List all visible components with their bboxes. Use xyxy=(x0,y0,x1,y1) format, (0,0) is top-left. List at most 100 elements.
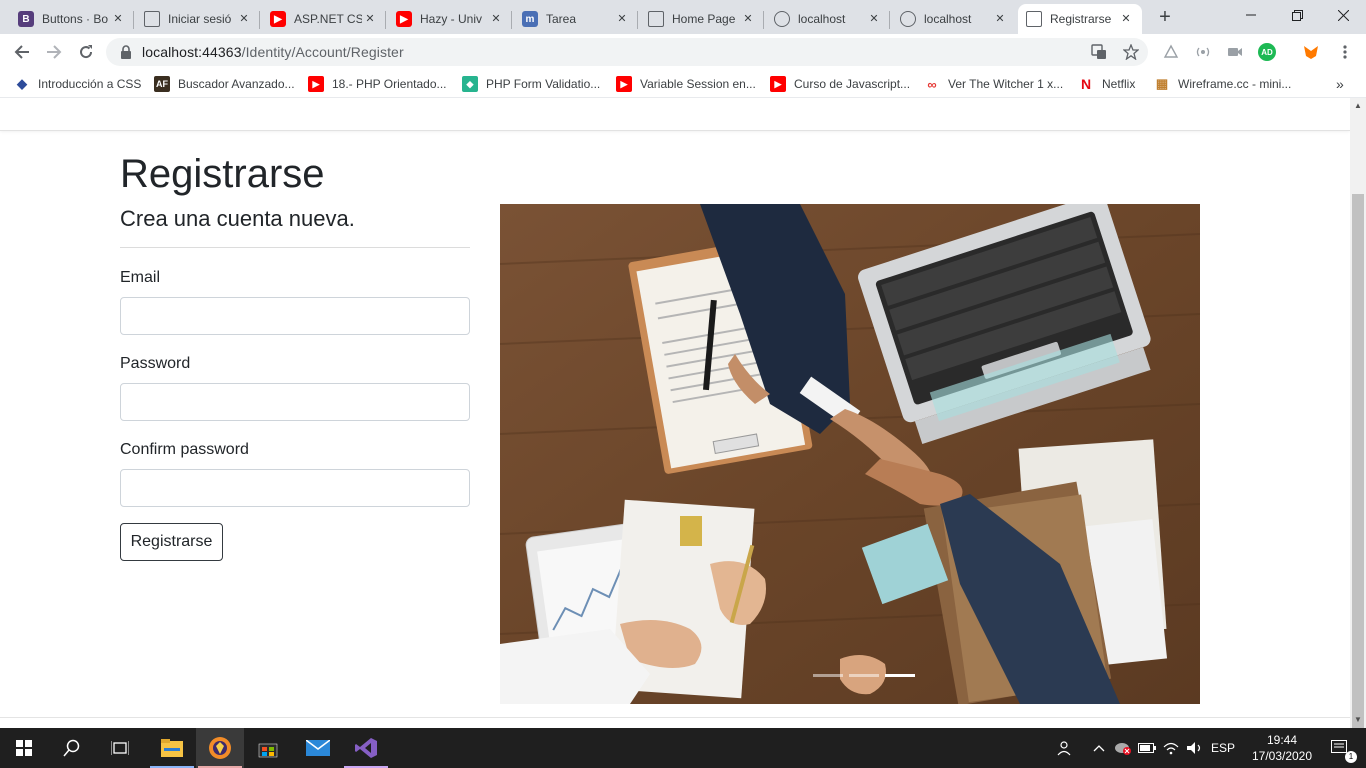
bookmark-label: Ver The Witcher 1 x... xyxy=(948,77,1064,91)
image-carousel[interactable] xyxy=(500,204,1200,704)
minimize-button[interactable] xyxy=(1228,0,1274,30)
file-explorer-button[interactable] xyxy=(148,728,196,768)
bookmark-item[interactable]: ∞ Ver The Witcher 1 x... xyxy=(924,75,1063,93)
tab-separator xyxy=(889,11,890,29)
search-icon xyxy=(63,739,80,757)
tab-title: Home Page xyxy=(672,12,736,26)
tab-title: Iniciar sesió xyxy=(168,12,232,26)
people-icon[interactable] xyxy=(1052,728,1076,768)
confirm-password-field[interactable] xyxy=(120,469,470,507)
extension-broadcast-icon[interactable] xyxy=(1194,43,1212,61)
minimize-icon xyxy=(1246,14,1256,16)
carousel-indicator[interactable] xyxy=(813,674,843,677)
bookmarks-bar: ◆ Introducción a CSS AF Buscador Avanzado..… xyxy=(0,70,1366,98)
action-center-button[interactable]: 1 xyxy=(1320,728,1360,768)
bookmark-star-icon[interactable] xyxy=(1122,43,1140,61)
windows-logo-icon xyxy=(16,740,32,756)
close-tab-icon[interactable]: ✕ xyxy=(740,11,756,27)
page-title: Registrarse xyxy=(120,152,325,196)
handshake-photo xyxy=(500,204,1200,704)
infinity-icon: ∞ xyxy=(927,76,937,92)
language-indicator[interactable]: ESP xyxy=(1208,728,1238,768)
close-tab-icon[interactable]: ✕ xyxy=(992,11,1008,27)
youtube-icon: ▶ xyxy=(270,11,286,27)
bookmark-item[interactable]: ▶ 18.- PHP Orientado... xyxy=(308,75,447,93)
carousel-indicator[interactable] xyxy=(885,674,915,677)
menu-kebab-icon[interactable] xyxy=(1336,43,1354,61)
close-tab-icon[interactable]: ✕ xyxy=(362,11,378,27)
bookmark-item[interactable]: ◆ PHP Form Validatio... xyxy=(462,75,600,93)
browser-tab[interactable]: m Tarea ✕ xyxy=(514,4,638,34)
avast-browser-button[interactable] xyxy=(196,728,244,768)
email-label: Email xyxy=(120,269,161,286)
email-field[interactable] xyxy=(120,297,470,335)
browser-tab[interactable]: B Buttons · Bo ✕ xyxy=(10,4,134,34)
network-error-icon[interactable] xyxy=(1112,728,1134,768)
carousel-indicator[interactable] xyxy=(849,674,879,677)
browser-tab[interactable]: ▶ Hazy - Univ ✕ xyxy=(388,4,512,34)
reload-button[interactable] xyxy=(72,38,100,66)
back-button[interactable] xyxy=(8,38,36,66)
clock-date: 17/03/2020 xyxy=(1251,749,1313,763)
tab-title: localhost xyxy=(798,12,846,26)
tab-title: Registrarse xyxy=(1050,12,1112,26)
volume-icon[interactable] xyxy=(1184,728,1206,768)
address-bar[interactable]: localhost:44363/Identity/Account/Registe… xyxy=(106,38,1148,66)
tab-separator xyxy=(637,11,638,29)
tray-overflow-chevron-icon[interactable] xyxy=(1088,728,1110,768)
visual-studio-button[interactable] xyxy=(342,728,390,768)
new-tab-button[interactable]: + xyxy=(1154,6,1176,28)
register-button[interactable]: Registrarse xyxy=(120,523,223,561)
bookmark-item[interactable]: N Netflix xyxy=(1078,75,1135,93)
tab-separator xyxy=(763,11,764,29)
bookmark-item[interactable]: ▶ Variable Session en... xyxy=(616,75,756,93)
page-scrollbar[interactable]: ▲ ▼ xyxy=(1350,98,1366,768)
store-button[interactable] xyxy=(244,728,292,768)
close-tab-icon[interactable]: ✕ xyxy=(866,11,882,27)
carousel-indicators xyxy=(813,674,915,677)
tab-title: Buttons · Bo xyxy=(42,12,109,26)
password-field[interactable] xyxy=(120,383,470,421)
wifi-icon[interactable] xyxy=(1160,728,1182,768)
extension-camera-icon[interactable] xyxy=(1226,43,1244,61)
bookmark-label: Netflix xyxy=(1102,77,1136,91)
bookmark-item[interactable]: ◆ Introducción a CSS xyxy=(14,75,141,93)
task-view-button[interactable] xyxy=(96,728,144,768)
translate-icon[interactable] xyxy=(1090,43,1108,61)
battery-icon[interactable] xyxy=(1136,728,1158,768)
start-button[interactable] xyxy=(0,728,48,768)
close-tab-icon[interactable]: ✕ xyxy=(488,11,504,27)
close-tab-icon[interactable]: ✕ xyxy=(110,11,126,27)
search-button[interactable] xyxy=(48,728,96,768)
scroll-up-arrow-icon[interactable]: ▲ xyxy=(1350,98,1366,114)
close-tab-icon[interactable]: ✕ xyxy=(1118,11,1134,27)
extension-fox-icon[interactable] xyxy=(1302,43,1320,61)
extension-drive-icon[interactable] xyxy=(1162,43,1180,61)
bookmarks-overflow-chevron-icon[interactable]: » xyxy=(1336,75,1344,93)
folder-icon xyxy=(161,739,183,757)
netflix-icon: N xyxy=(1080,76,1092,92)
bookmark-item[interactable]: AF Buscador Avanzado... xyxy=(154,75,295,93)
scroll-down-arrow-icon[interactable]: ▼ xyxy=(1350,712,1366,728)
browser-tab[interactable]: Registrarse ✕ xyxy=(1018,4,1142,34)
restore-button[interactable] xyxy=(1274,0,1320,30)
profile-avatar[interactable]: AD xyxy=(1258,43,1276,61)
bookmark-item[interactable]: ▶ Curso de Javascript... xyxy=(770,75,910,93)
clock[interactable]: 19:44 17/03/2020 xyxy=(1244,732,1320,764)
close-tab-icon[interactable]: ✕ xyxy=(236,11,252,27)
browser-tab[interactable]: localhost ✕ xyxy=(892,4,1016,34)
browser-tab[interactable]: Iniciar sesió ✕ xyxy=(136,4,260,34)
tab-separator xyxy=(511,11,512,29)
browser-tab[interactable]: ▶ ASP.NET CS ✕ xyxy=(262,4,386,34)
page-subtitle: Crea una cuenta nueva. xyxy=(120,206,355,231)
browser-tab[interactable]: Home Page ✕ xyxy=(640,4,764,34)
tab-title: localhost xyxy=(924,12,972,26)
mail-button[interactable] xyxy=(294,728,342,768)
forward-button[interactable] xyxy=(40,38,68,66)
browser-tab[interactable]: localhost ✕ xyxy=(766,4,890,34)
close-tab-icon[interactable]: ✕ xyxy=(614,11,630,27)
af-icon: AF xyxy=(154,76,170,92)
scrollbar-thumb[interactable] xyxy=(1352,194,1364,768)
close-window-button[interactable] xyxy=(1320,0,1366,30)
bookmark-item[interactable]: ▦ Wireframe.cc - mini... xyxy=(1154,75,1292,93)
